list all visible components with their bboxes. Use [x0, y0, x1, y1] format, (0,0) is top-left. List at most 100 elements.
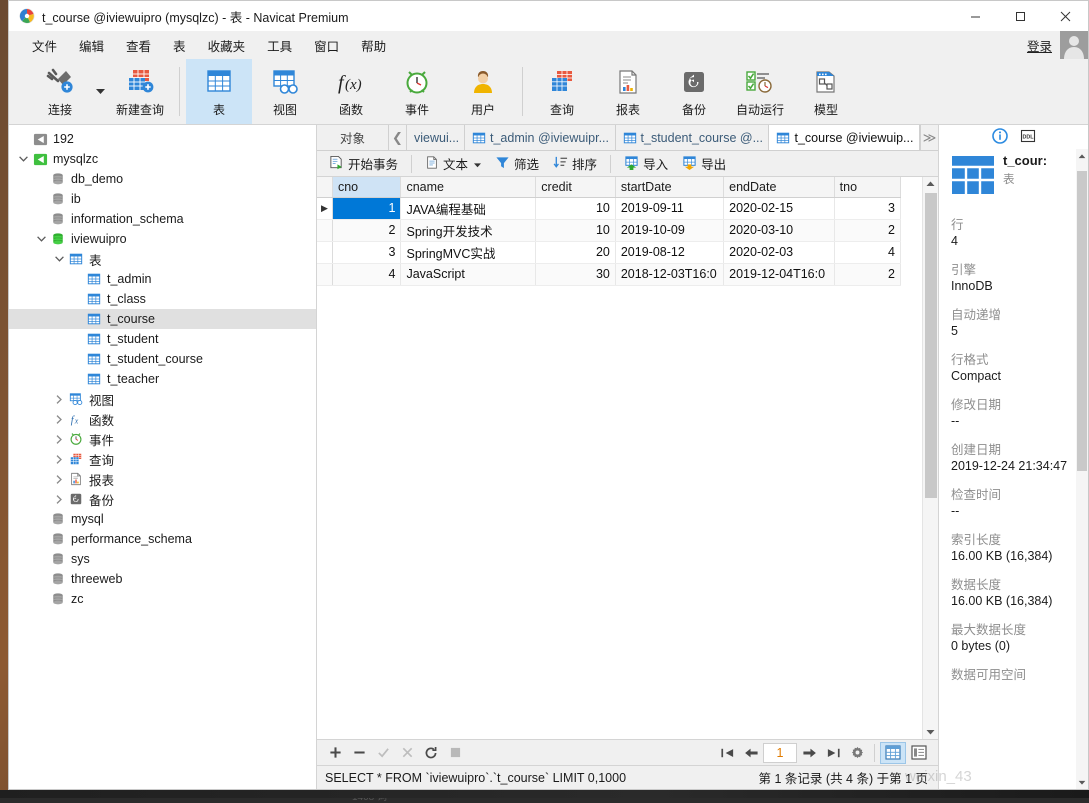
- filter-button[interactable]: 筛选: [489, 152, 545, 175]
- row-marker[interactable]: [317, 263, 332, 285]
- begin-transaction-button[interactable]: 开始事务: [323, 152, 404, 175]
- tab-scroll-right-icon[interactable]: ≫: [920, 125, 938, 150]
- menu-table[interactable]: 表: [162, 33, 197, 58]
- ribbon-table-button[interactable]: 表: [186, 59, 252, 124]
- ribbon-user-button[interactable]: 用户: [450, 59, 516, 124]
- ribbon-new-query-button[interactable]: 新建查询: [107, 59, 173, 124]
- grid-settings-button[interactable]: [845, 742, 869, 764]
- ribbon-event-button[interactable]: 事件: [384, 59, 450, 124]
- tree-node-information_schema[interactable]: information_schema: [9, 209, 316, 229]
- chevron-down-icon[interactable]: [51, 256, 67, 262]
- close-button[interactable]: [1043, 1, 1088, 31]
- info-scroll-down-icon[interactable]: [1076, 775, 1088, 789]
- ribbon-query-button[interactable]: 查询: [529, 59, 595, 124]
- menu-edit[interactable]: 编辑: [68, 33, 115, 58]
- chevron-right-icon[interactable]: [51, 435, 67, 444]
- result-table[interactable]: cnocnamecreditstartDateendDatetno ▶1JAVA…: [317, 177, 901, 286]
- text-dropdown-caret-icon[interactable]: [474, 157, 481, 171]
- info-scroll-up-icon[interactable]: [1076, 149, 1088, 163]
- cell-credit[interactable]: 10: [536, 219, 616, 241]
- row-marker[interactable]: [317, 219, 332, 241]
- tree-node-zc[interactable]: zc: [9, 589, 316, 609]
- editor-tab-3[interactable]: t_course @iviewuip...: [769, 125, 920, 150]
- scroll-up-icon[interactable]: [926, 177, 935, 191]
- table-row[interactable]: 4JavaScript302018-12-03T16:02019-12-04T1…: [317, 263, 901, 285]
- tree-node-t_course[interactable]: t_course: [9, 309, 316, 329]
- column-header-credit[interactable]: credit: [536, 177, 616, 197]
- menu-favorites[interactable]: 收藏夹: [197, 33, 257, 58]
- info-scroll-thumb[interactable]: [1077, 171, 1087, 471]
- table-row[interactable]: 3SpringMVC实战202019-08-122020-02-034: [317, 241, 901, 263]
- apply-changes-button[interactable]: [371, 742, 395, 764]
- cell-endDate[interactable]: 2020-02-15: [724, 197, 835, 219]
- cell-tno[interactable]: 2: [834, 219, 900, 241]
- cell-tno[interactable]: 2: [834, 263, 900, 285]
- tree-node-[interactable]: 查询: [9, 449, 316, 469]
- row-marker[interactable]: [317, 241, 332, 263]
- cell-cno[interactable]: 3: [332, 241, 401, 263]
- ribbon-model-button[interactable]: 模型: [793, 59, 859, 124]
- chevron-right-icon[interactable]: [51, 455, 67, 464]
- ribbon-view-button[interactable]: 视图: [252, 59, 318, 124]
- add-record-button[interactable]: [323, 742, 347, 764]
- object-tree-sidebar[interactable]: f x: [9, 125, 317, 789]
- ddl-icon[interactable]: DDL: [1020, 128, 1036, 147]
- tree-node-[interactable]: 函数: [9, 409, 316, 429]
- cell-cname[interactable]: Spring开发技术: [401, 219, 536, 241]
- maximize-button[interactable]: [998, 1, 1043, 31]
- next-page-button[interactable]: [797, 742, 821, 764]
- tree-node-mysqlzc[interactable]: mysqlzc: [9, 149, 316, 169]
- last-page-button[interactable]: [821, 742, 845, 764]
- cell-cno[interactable]: 1: [332, 197, 401, 219]
- tree-node-mysql[interactable]: mysql: [9, 509, 316, 529]
- ribbon-connection-button[interactable]: 连接: [27, 59, 93, 124]
- ribbon-function-button[interactable]: f (x) 函数: [318, 59, 384, 124]
- column-header-endDate[interactable]: endDate: [724, 177, 835, 197]
- refresh-button[interactable]: [419, 742, 443, 764]
- editor-tab-2[interactable]: t_student_course @...: [616, 125, 770, 150]
- text-button[interactable]: 文本: [419, 152, 487, 175]
- ribbon-backup-button[interactable]: 备份: [661, 59, 727, 124]
- cell-credit[interactable]: 20: [536, 241, 616, 263]
- tree-node-t_student_course[interactable]: t_student_course: [9, 349, 316, 369]
- cancel-changes-button[interactable]: [395, 742, 419, 764]
- first-page-button[interactable]: [715, 742, 739, 764]
- grid-vertical-scrollbar[interactable]: [922, 177, 938, 739]
- chevron-down-icon[interactable]: [15, 156, 31, 162]
- avatar[interactable]: [1060, 31, 1088, 59]
- stop-button[interactable]: [443, 742, 467, 764]
- editor-tab-1[interactable]: t_admin @iviewuipr...: [465, 125, 616, 150]
- menu-window[interactable]: 窗口: [303, 33, 350, 58]
- cell-cname[interactable]: JAVA编程基础: [401, 197, 536, 219]
- table-row[interactable]: ▶1JAVA编程基础102019-09-112020-02-153: [317, 197, 901, 219]
- menu-tools[interactable]: 工具: [256, 33, 303, 58]
- cell-tno[interactable]: 3: [834, 197, 900, 219]
- chevron-right-icon[interactable]: [51, 415, 67, 424]
- cell-startDate[interactable]: 2019-08-12: [615, 241, 723, 263]
- column-header-cno[interactable]: cno: [332, 177, 401, 197]
- cell-cname[interactable]: SpringMVC实战: [401, 241, 536, 263]
- connection-dropdown-caret-icon[interactable]: [93, 59, 107, 124]
- tree-node-[interactable]: 表: [9, 249, 316, 269]
- cell-credit[interactable]: 10: [536, 197, 616, 219]
- cell-cno[interactable]: 2: [332, 219, 401, 241]
- scroll-down-icon[interactable]: [926, 725, 935, 739]
- menu-view[interactable]: 查看: [115, 33, 162, 58]
- cell-cno[interactable]: 4: [332, 263, 401, 285]
- table-row[interactable]: 2Spring开发技术102019-10-092020-03-102: [317, 219, 901, 241]
- cell-endDate[interactable]: 2019-12-04T16:0: [724, 263, 835, 285]
- tree-node-[interactable]: 视图: [9, 389, 316, 409]
- data-grid[interactable]: cnocnamecreditstartDateendDatetno ▶1JAVA…: [317, 177, 922, 739]
- cell-credit[interactable]: 30: [536, 263, 616, 285]
- tree-node-[interactable]: 事件: [9, 429, 316, 449]
- cell-endDate[interactable]: 2020-02-03: [724, 241, 835, 263]
- ribbon-automation-button[interactable]: 自动运行: [727, 59, 793, 124]
- tab-scroll-left-icon[interactable]: ❮: [389, 125, 407, 150]
- chevron-right-icon[interactable]: [51, 475, 67, 484]
- tree-node-iviewuipro[interactable]: iviewuipro: [9, 229, 316, 249]
- info-icon[interactable]: [992, 128, 1008, 147]
- minimize-button[interactable]: [953, 1, 998, 31]
- tree-node-192[interactable]: 192: [9, 129, 316, 149]
- cell-startDate[interactable]: 2019-10-09: [615, 219, 723, 241]
- column-header-tno[interactable]: tno: [834, 177, 900, 197]
